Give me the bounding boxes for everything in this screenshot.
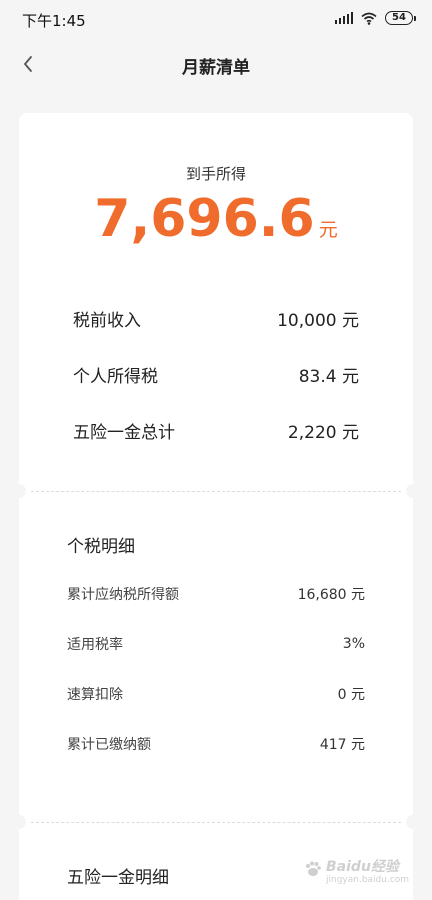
battery-level: 54 xyxy=(385,11,413,25)
summary-row-value: 10,000 元 xyxy=(277,310,359,331)
summary-row-label: 个人所得税 xyxy=(73,366,158,387)
navigation-bar: 月薪清单 xyxy=(0,38,432,90)
take-home-amount: 7,696.6 元 xyxy=(19,189,413,249)
signal-icon xyxy=(334,12,353,24)
tax-detail-title: 个税明细 xyxy=(67,537,135,557)
summary-row-value: 2,220 元 xyxy=(287,422,359,443)
tax-detail-row: 累计应纳税所得额 16,680 元 xyxy=(67,583,365,605)
insurance-detail-title: 五险一金明细 xyxy=(67,868,169,888)
tax-detail-row: 累计已缴纳额 417 元 xyxy=(67,733,365,755)
take-home-label: 到手所得 xyxy=(185,165,246,183)
summary-row-value: 83.4 元 xyxy=(298,366,359,387)
detail-label: 适用税率 xyxy=(67,637,123,653)
take-home-unit: 元 xyxy=(318,219,338,241)
watermark-brand: Baidu经验 xyxy=(326,859,399,875)
summary-row-insurance-total: 五险一金总计 2,220 元 xyxy=(73,416,359,444)
summary-row-pretax: 税前收入 10,000 元 xyxy=(73,304,359,332)
status-time: 下午1:45 xyxy=(22,12,86,30)
page-title: 月薪清单 xyxy=(182,58,250,78)
watermark-url: jingyan.baidu.com xyxy=(326,875,410,885)
status-bar: 下午1:45 54 xyxy=(0,0,432,38)
detail-value: 16,680 元 xyxy=(297,587,365,603)
detail-value: 417 元 xyxy=(319,737,365,753)
tax-detail-row: 适用税率 3% xyxy=(67,633,365,655)
detail-label: 累计已缴纳额 xyxy=(67,737,151,753)
paw-icon xyxy=(306,861,321,876)
summary-card: 到手所得 7,696.6 元 税前收入 10,000 元 个人所得税 83.4 元… xyxy=(19,113,413,491)
take-home-value: 7,696.6 xyxy=(94,189,315,249)
tax-detail-card: 个税明细 累计应纳税所得额 16,680 元 适用税率 3% 速算扣除 0 元 … xyxy=(19,491,413,822)
status-icons: 54 xyxy=(334,11,416,25)
detail-label: 速算扣除 xyxy=(67,687,123,703)
baidu-watermark: Baidu经验 jingyan.baidu.com xyxy=(304,856,409,890)
detail-label: 累计应纳税所得额 xyxy=(67,587,179,603)
wifi-icon xyxy=(361,12,377,25)
detail-value: 3% xyxy=(342,636,365,652)
battery-icon: 54 xyxy=(385,11,416,25)
tax-detail-row: 速算扣除 0 元 xyxy=(67,683,365,705)
summary-row-label: 税前收入 xyxy=(73,310,141,331)
detail-value: 0 元 xyxy=(337,687,365,703)
summary-row-label: 五险一金总计 xyxy=(73,422,175,443)
salary-statement-screen: 下午1:45 54 月薪清单 到手所得 7,696.6 元 税前收入 10,00… xyxy=(0,0,432,900)
summary-row-income-tax: 个人所得税 83.4 元 xyxy=(73,360,359,388)
